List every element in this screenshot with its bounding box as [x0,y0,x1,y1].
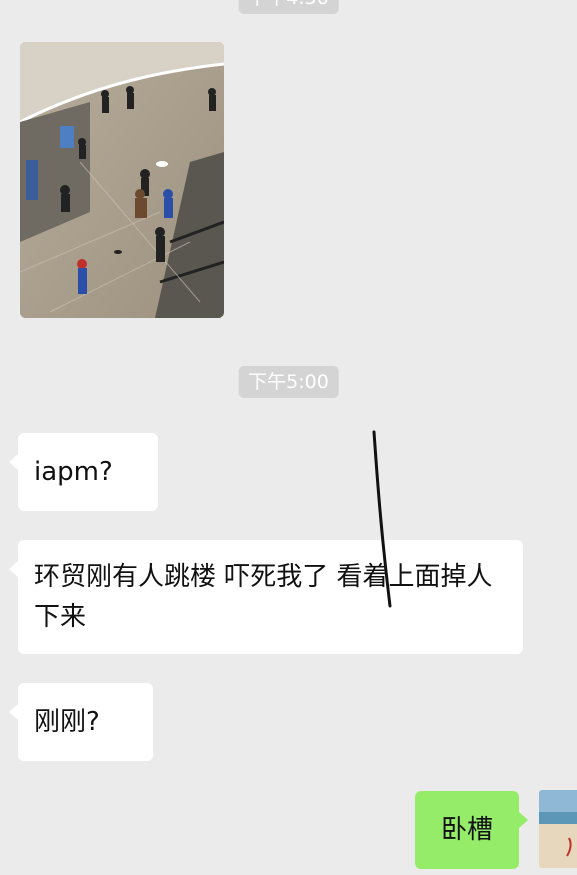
message-text: 环贸刚有人跳楼 吓死我了 看着上面掉人下来 [34,562,493,632]
message-text: 卧槽 [440,815,493,845]
message-text: iapm? [34,457,113,487]
mall-atrium-photo [20,42,224,318]
photo-message[interactable] [20,42,224,318]
message-text: 刚刚? [34,707,100,737]
incoming-message-bubble[interactable]: 环贸刚有人跳楼 吓死我了 看着上面掉人下来 [9,540,523,654]
avatar[interactable] [539,790,577,868]
timestamp-mid: 下午5:00 [238,366,339,398]
incoming-message-bubble[interactable]: iapm? [9,433,158,511]
beach-avatar-image [539,790,577,868]
timestamp-top: 下午4:50 [238,0,339,14]
incoming-message-bubble[interactable]: 刚刚? [9,683,153,761]
pen-stroke-mark [372,430,392,608]
outgoing-message-bubble[interactable]: 卧槽 [415,791,528,869]
